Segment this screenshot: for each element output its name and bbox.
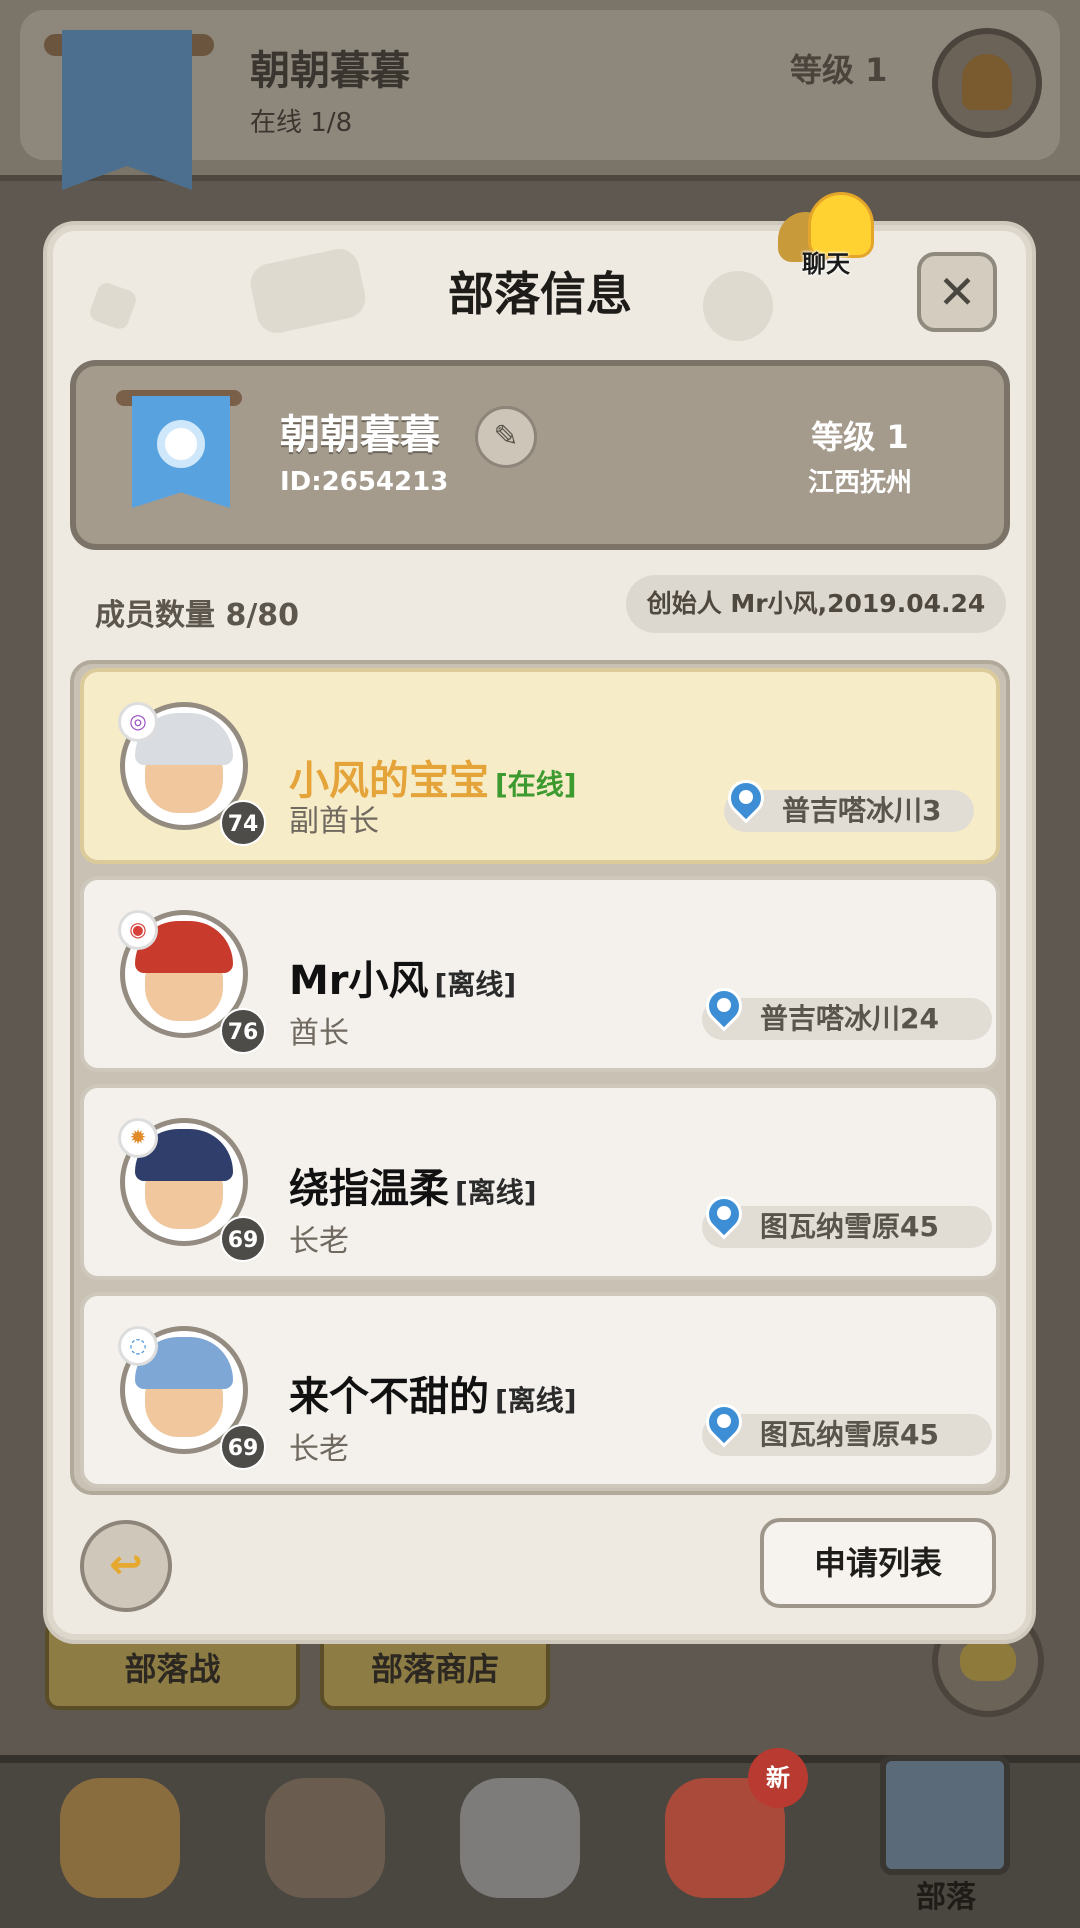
header-level: 等级 1 <box>790 51 888 89</box>
founder-info: 创始人 Mr小风,2019.04.24 <box>626 575 1006 633</box>
member-row[interactable]: ◉ 76 Mr小风 [离线] 酋长 普吉嗒冰川24 <box>80 876 1000 1072</box>
application-list-button[interactable]: 申请列表 <box>760 1518 996 1608</box>
status-offline: [离线] <box>455 1176 537 1209</box>
member-level: 69 <box>220 1424 266 1470</box>
leave-tribe-button[interactable]: ↩ <box>80 1520 172 1612</box>
member-row[interactable]: ◌ 69 来个不甜的 [离线] 长老 图瓦纳雪原45 <box>80 1292 1000 1488</box>
member-name: 来个不甜的 [离线] <box>289 1374 577 1420</box>
edit-name-button[interactable]: ✎ <box>475 406 537 468</box>
header-online-count: 在线 1/8 <box>250 108 353 138</box>
member-count: 成员数量 8/80 <box>95 598 300 633</box>
tribe-nav-icon[interactable] <box>880 1755 1010 1875</box>
tribe-banner-icon <box>62 30 192 190</box>
location-pin-icon <box>702 1404 746 1456</box>
sun-emblem-icon <box>157 420 205 468</box>
member-role: 酋长 <box>289 1016 349 1051</box>
member-location: 普吉嗒冰川24 <box>702 998 992 1040</box>
new-badge: 新 <box>748 1748 808 1808</box>
tribe-name: 朝朝暮暮 <box>280 412 440 458</box>
status-offline: [离线] <box>495 1384 577 1417</box>
member-location: 图瓦纳雪原45 <box>702 1206 992 1248</box>
member-level: 74 <box>220 800 266 846</box>
class-icon: ◌ <box>118 1326 158 1366</box>
member-level: 76 <box>220 1008 266 1054</box>
class-icon: ◎ <box>118 702 158 742</box>
member-role: 长老 <box>289 1224 349 1259</box>
nav-label-tribe[interactable]: 部落 <box>878 1872 1014 1916</box>
status-offline: [离线] <box>434 968 517 1001</box>
tribe-region: 江西抚州 <box>807 468 912 498</box>
nav-item-3[interactable] <box>420 1760 620 1920</box>
character-icon <box>265 1778 385 1898</box>
pencil-icon: ✎ <box>493 419 519 454</box>
header-tribe-name: 朝朝暮暮 <box>250 48 410 94</box>
location-pin-icon <box>702 988 746 1040</box>
location-pin-icon <box>702 1196 746 1248</box>
member-row[interactable]: ✹ 69 绕指温柔 [离线] 长老 图瓦纳雪原45 <box>80 1084 1000 1280</box>
nav-item-1[interactable] <box>20 1760 220 1920</box>
member-row[interactable]: ◎ 74 小风的宝宝 [在线] 副酋长 普吉嗒冰川3 <box>80 668 1000 864</box>
member-name: Mr小风 [离线] <box>289 958 517 1004</box>
location-pin-icon <box>724 780 768 832</box>
class-icon: ◉ <box>118 910 158 950</box>
member-level: 69 <box>220 1216 266 1262</box>
status-online: [在线] <box>495 768 577 801</box>
nav-item-2[interactable] <box>225 1760 425 1920</box>
weapon-icon <box>460 1778 580 1898</box>
tribe-id: ID:2654213 <box>280 467 449 497</box>
chat-label: 聊天 <box>802 250 850 278</box>
tribe-level: 等级 1 <box>811 418 909 456</box>
member-location: 普吉嗒冰川3 <box>724 790 974 832</box>
member-location: 图瓦纳雪原45 <box>702 1414 992 1456</box>
player-avatar-button[interactable] <box>932 28 1042 138</box>
member-role: 长老 <box>289 1432 349 1467</box>
member-name: 绕指温柔 [离线] <box>289 1166 537 1212</box>
member-role: 副酋长 <box>289 804 379 839</box>
exit-arrow-icon: ↩ <box>109 1542 143 1588</box>
close-button[interactable]: ✕ <box>917 252 997 332</box>
chat-bubble-button[interactable]: 聊天 <box>778 192 898 278</box>
yak-icon <box>60 1778 180 1898</box>
class-icon: ✹ <box>118 1118 158 1158</box>
